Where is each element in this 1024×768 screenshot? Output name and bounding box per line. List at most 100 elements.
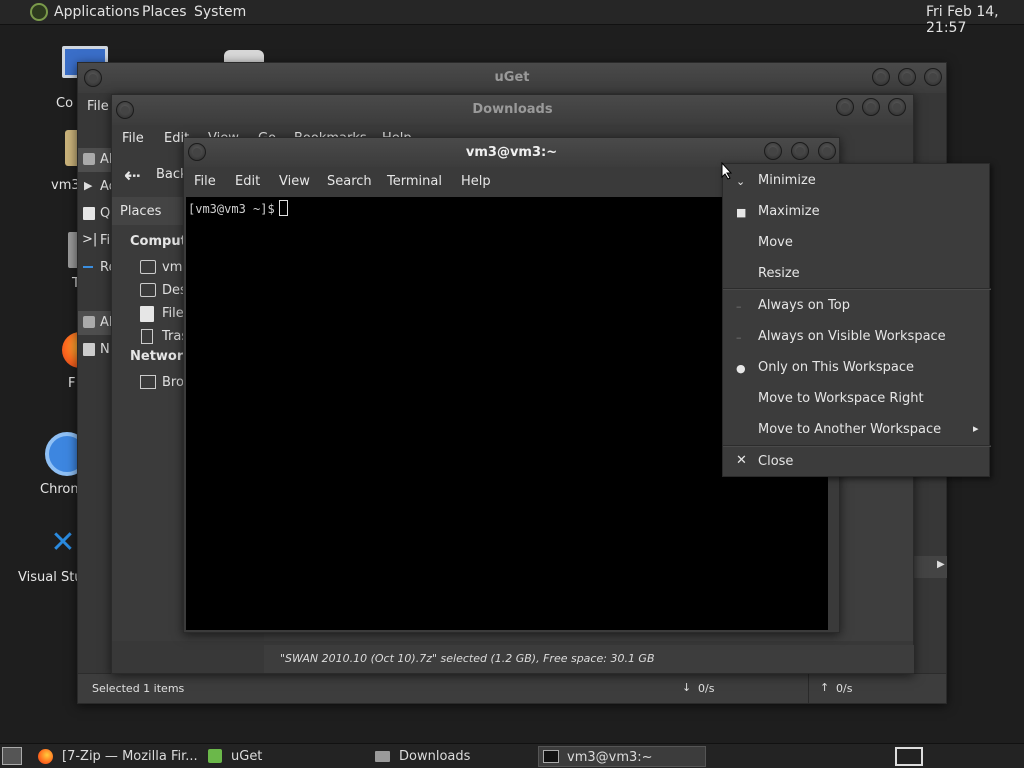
menu-item-label: Always on Visible Workspace [758, 329, 946, 344]
desktop-icon-label: Visual Stu [18, 570, 83, 585]
sidebar-item[interactable]: Al [78, 311, 114, 335]
status-divider [808, 674, 809, 704]
menu-item-move-to-another-workspace[interactable]: Move to Another Workspace ▸ [723, 414, 991, 445]
menu-search[interactable]: Search [327, 174, 372, 189]
menu-item-maximize[interactable]: ■ Maximize [723, 196, 991, 227]
menu-item-label: Move to Workspace Right [758, 391, 924, 406]
scroll-right-arrow-icon: ▶ [937, 559, 945, 570]
downloads-titlebar[interactable]: Downloads [112, 95, 913, 125]
menu-item-resize[interactable]: Resize [723, 258, 991, 289]
unchecked-radio-icon: – [736, 331, 742, 344]
maximize-button[interactable] [791, 142, 809, 160]
finished-icon: >| [82, 232, 98, 247]
window-menu-button[interactable] [188, 143, 206, 161]
system-menu[interactable]: System [194, 4, 246, 20]
home-folder-icon [140, 260, 156, 274]
menu-view[interactable]: View [279, 174, 310, 189]
close-button[interactable] [888, 98, 906, 116]
sidebar-item[interactable]: Re [78, 256, 116, 280]
folder-icon [375, 751, 390, 762]
applications-menu[interactable]: Applications [54, 4, 140, 20]
gnome-foot-icon[interactable] [30, 3, 48, 21]
window-title: Downloads [472, 102, 553, 117]
maximize-button[interactable] [898, 68, 916, 86]
prompt-text: [vm3@vm3 ~]$ [188, 202, 275, 216]
task-label: vm3@vm3:~ [567, 750, 653, 765]
task-label: uGet [231, 749, 263, 764]
menu-item-always-on-top[interactable]: – Always on Top [723, 290, 991, 321]
scroll-right-button[interactable]: ▶ [913, 556, 947, 578]
terminal-icon [543, 750, 559, 763]
window-menu-button[interactable] [116, 101, 134, 119]
text-cursor [278, 200, 288, 216]
menu-terminal[interactable]: Terminal [387, 174, 442, 189]
menu-item-always-on-visible-workspace[interactable]: – Always on Visible Workspace [723, 321, 991, 352]
unchecked-radio-icon: – [736, 300, 742, 313]
bottom-panel: [7-Zip — Mozilla Fir... uGet Downloads v… [0, 743, 1024, 768]
sidebar-item-label: Q [100, 206, 111, 221]
top-panel: Applications Places System Fri Feb 14, 2… [0, 0, 1024, 36]
desktop-icon-label: Chron [40, 482, 79, 497]
play-icon: ▶ [84, 179, 93, 192]
menu-item-label: Move to Another Workspace [758, 422, 942, 437]
sidebar-item[interactable]: >| Fi [78, 229, 114, 253]
vscode-icon: ✕ [50, 525, 76, 560]
show-desktop-button[interactable] [2, 747, 22, 765]
recycled-icon [83, 266, 93, 268]
close-icon: ✕ [736, 453, 747, 468]
minimize-icon: ⌄ [736, 175, 746, 188]
places-menu[interactable]: Places [142, 4, 187, 20]
checked-radio-icon: ● [736, 362, 746, 375]
filesystem-icon [140, 306, 154, 322]
task-downloads[interactable]: Downloads [371, 746, 535, 767]
download-arrow-icon: ↓ [682, 681, 692, 694]
sidebar-item[interactable]: Q [78, 202, 114, 226]
menu-item-close[interactable]: ✕ Close [723, 446, 991, 477]
back-button[interactable]: ⇠ Back [116, 159, 188, 189]
menu-item-move-to-workspace-right[interactable]: Move to Workspace Right [723, 383, 991, 414]
workspace-switcher[interactable] [895, 747, 923, 766]
menu-item-label: Always on Top [758, 298, 850, 313]
menu-item-label: Maximize [758, 204, 820, 219]
menu-item-only-on-this-workspace[interactable]: ● Only on This Workspace [723, 352, 991, 383]
desktop-icon-label: Co [56, 96, 74, 111]
maximize-icon: ■ [736, 206, 747, 219]
menu-edit[interactable]: Edit [235, 174, 260, 189]
menu-file[interactable]: File [122, 131, 144, 146]
uget-icon [208, 749, 222, 763]
minimize-button[interactable] [872, 68, 890, 86]
close-button[interactable] [924, 68, 942, 86]
window-menu-button[interactable] [84, 69, 102, 87]
task-uget[interactable]: uGet [204, 746, 368, 767]
minimize-button[interactable] [836, 98, 854, 116]
menu-help[interactable]: Help [461, 174, 491, 189]
back-arrow-icon: ⇠ [124, 163, 141, 187]
places-label: Places [120, 204, 162, 219]
queue-icon [83, 207, 95, 220]
uget-titlebar[interactable]: uGet [78, 63, 946, 93]
status-text: "SWAN 2010.10 (Oct 10).7z" selected (1.2… [280, 652, 655, 665]
menu-file[interactable]: File [194, 174, 216, 189]
window-context-menu: ⌄ Minimize ■ Maximize Move Resize – Alwa… [722, 163, 991, 477]
task-firefox[interactable]: [7-Zip — Mozilla Fir... [34, 746, 202, 767]
menu-item-label: Close [758, 454, 794, 469]
desktop-icon-label: F [68, 376, 76, 391]
desktop-icon-label: vm3 [51, 178, 80, 193]
close-button[interactable] [818, 142, 836, 160]
sidebar-item[interactable]: ▶ Ac [78, 175, 116, 199]
minimize-button[interactable] [764, 142, 782, 160]
network-icon [140, 375, 156, 389]
uget-statusbar: Selected 1 items ↓ 0/s ↑ 0/s [78, 673, 946, 704]
sidebar-item[interactable]: N [78, 338, 114, 362]
window-title: uGet [494, 70, 530, 85]
sidebar-item[interactable]: Al [78, 148, 114, 172]
menu-file[interactable]: File [87, 99, 109, 114]
task-terminal[interactable]: vm3@vm3:~ [538, 746, 706, 767]
downloads-statusbar: "SWAN 2010.10 (Oct 10).7z" selected (1.2… [264, 645, 914, 673]
maximize-button[interactable] [862, 98, 880, 116]
sidebar-item-label: Fi [100, 233, 111, 248]
menu-item-move[interactable]: Move [723, 227, 991, 258]
menu-item-label: Resize [758, 266, 800, 281]
menu-item-minimize[interactable]: ⌄ Minimize [723, 165, 991, 196]
clock[interactable]: Fri Feb 14, 21:57 [926, 4, 1024, 36]
